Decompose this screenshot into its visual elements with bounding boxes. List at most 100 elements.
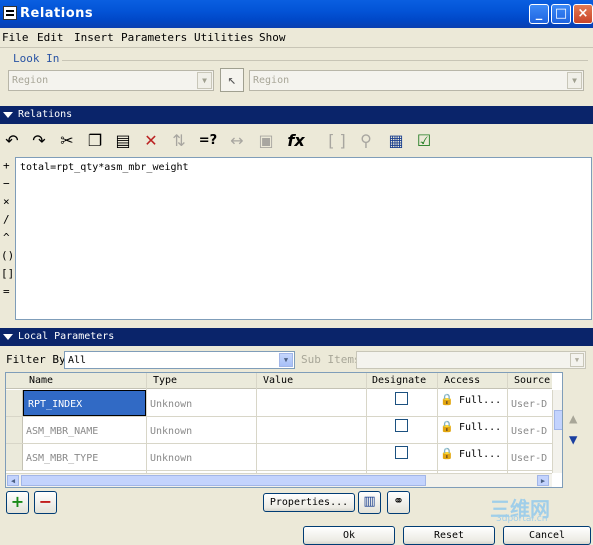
sort-icon[interactable]: ⇅: [167, 129, 191, 153]
remove-parameter-button[interactable]: −: [34, 491, 57, 514]
horizontal-scrollbar[interactable]: ◀ ▶: [6, 473, 552, 487]
cell-access[interactable]: Full...: [459, 395, 501, 406]
menu-insert[interactable]: Insert: [74, 31, 114, 44]
scroll-thumb[interactable]: [21, 475, 426, 486]
lock-icon[interactable]: ▣: [254, 129, 278, 153]
undo-icon[interactable]: ↶: [0, 129, 24, 153]
column-designate[interactable]: Designate: [372, 375, 426, 386]
menu-show[interactable]: Show: [259, 31, 286, 44]
designate-checkbox[interactable]: [395, 419, 408, 432]
table-row[interactable]: ASM_MBR_NAME Unknown 🔒 Full... User-D: [6, 417, 562, 444]
ok-button[interactable]: Ok: [303, 526, 395, 545]
menu-file[interactable]: File: [2, 31, 29, 44]
cell-type[interactable]: Unknown: [150, 426, 192, 437]
operator-divide[interactable]: /: [3, 213, 10, 226]
find-button[interactable]: ⚭: [387, 491, 410, 514]
row-header[interactable]: [6, 417, 23, 443]
bracket-icon[interactable]: [ ]: [325, 129, 349, 153]
menu-utilities[interactable]: Utilities: [194, 31, 254, 44]
table-row[interactable]: RPT_INDEX Unknown 🔒 Full... User-D: [6, 390, 562, 417]
move-up-icon[interactable]: ▲: [569, 411, 577, 427]
cell-source[interactable]: User-D: [511, 426, 547, 437]
chevron-down-icon[interactable]: ▼: [279, 353, 293, 367]
title-bar: Relations _ □ ×: [0, 0, 593, 28]
designate-checkbox[interactable]: [395, 392, 408, 405]
copy-icon[interactable]: ❐: [83, 129, 107, 153]
relations-editor[interactable]: total=rpt_qty*asm_mbr_weight: [15, 157, 592, 320]
evaluate-icon[interactable]: =?: [196, 129, 220, 153]
chevron-down-icon[interactable]: ▼: [567, 72, 582, 89]
scroll-thumb[interactable]: [554, 410, 562, 430]
operator-power[interactable]: ^: [3, 231, 10, 244]
cell-name[interactable]: ASM_MBR_NAME: [26, 426, 98, 437]
scroll-left-icon[interactable]: ◀: [7, 475, 19, 486]
column-value[interactable]: Value: [263, 375, 293, 386]
binoculars-icon: ⚭: [393, 494, 404, 509]
operator-brackets[interactable]: []: [1, 267, 14, 280]
operator-multiply[interactable]: ×: [3, 195, 10, 208]
display-icon[interactable]: ▦: [384, 129, 408, 153]
table-columns-button[interactable]: ▥: [358, 491, 381, 514]
paste-icon[interactable]: ▤: [111, 129, 135, 153]
collapse-icon: [3, 334, 13, 340]
look-in-item-combo[interactable]: Region ▼: [249, 70, 584, 91]
column-name[interactable]: Name: [29, 375, 53, 386]
cell-type[interactable]: Unknown: [150, 399, 192, 410]
look-in-type-value: Region: [12, 75, 49, 86]
parameters-table: Name Type Value Designate Access Source …: [5, 372, 563, 488]
cursor-icon: ↖: [227, 72, 237, 88]
window-title: Relations: [20, 6, 94, 21]
sub-items-combo[interactable]: ▼: [356, 351, 586, 369]
column-source[interactable]: Source: [514, 375, 550, 386]
columns-icon: ▥: [363, 494, 376, 509]
cut-icon[interactable]: ✂: [55, 129, 79, 153]
cell-type[interactable]: Unknown: [150, 453, 192, 464]
redo-icon[interactable]: ↷: [27, 129, 51, 153]
chevron-down-icon[interactable]: ▼: [570, 353, 584, 367]
watermark-logo: 三维网 3dportal.cn: [490, 493, 590, 524]
local-parameters-header-label: Local Parameters: [18, 331, 115, 342]
local-parameters-header[interactable]: Local Parameters: [0, 328, 593, 346]
delete-icon[interactable]: ✕: [139, 129, 163, 153]
operator-equals[interactable]: =: [3, 285, 10, 298]
vertical-scrollbar[interactable]: [552, 390, 562, 473]
operator-minus[interactable]: −: [3, 177, 10, 190]
measure-icon[interactable]: ↔: [225, 129, 249, 153]
menu-edit[interactable]: Edit: [37, 31, 64, 44]
check-icon[interactable]: ☑: [412, 129, 436, 153]
select-pointer-button[interactable]: ↖: [220, 68, 244, 92]
cell-source[interactable]: User-D: [511, 399, 547, 410]
reset-button[interactable]: Reset: [403, 526, 495, 545]
row-header[interactable]: [6, 444, 23, 470]
add-parameter-button[interactable]: +: [6, 491, 29, 514]
chevron-down-icon[interactable]: ▼: [197, 72, 212, 89]
cell-access[interactable]: Full...: [459, 449, 501, 460]
scroll-right-icon[interactable]: ▶: [537, 475, 549, 486]
column-access[interactable]: Access: [444, 375, 480, 386]
filter-by-combo[interactable]: All ▼: [64, 351, 295, 369]
minus-icon: −: [38, 492, 53, 511]
function-icon[interactable]: fx: [284, 129, 308, 153]
properties-button[interactable]: Properties...: [263, 493, 355, 512]
operator-plus[interactable]: +: [3, 159, 10, 172]
divider: [62, 60, 588, 61]
designate-checkbox[interactable]: [395, 446, 408, 459]
minimize-button[interactable]: _: [529, 4, 549, 24]
menu-parameters[interactable]: Parameters: [121, 31, 187, 44]
operator-parentheses[interactable]: (): [1, 249, 14, 262]
cell-source[interactable]: User-D: [511, 453, 547, 464]
cell-name[interactable]: RPT_INDEX: [23, 390, 146, 416]
relations-header[interactable]: Relations: [0, 106, 593, 124]
sub-items-label: Sub Items: [301, 353, 361, 366]
row-header[interactable]: [6, 390, 23, 416]
column-type[interactable]: Type: [153, 375, 177, 386]
look-in-type-combo[interactable]: Region ▼: [8, 70, 214, 91]
maximize-button[interactable]: □: [551, 4, 571, 24]
cell-access[interactable]: Full...: [459, 422, 501, 433]
close-button[interactable]: ×: [573, 4, 593, 24]
cancel-button[interactable]: Cancel: [503, 526, 591, 545]
cell-name[interactable]: ASM_MBR_TYPE: [26, 453, 98, 464]
move-down-icon[interactable]: ▼: [569, 432, 577, 448]
verify-icon[interactable]: ⚲: [354, 129, 378, 153]
table-row[interactable]: ASM_MBR_TYPE Unknown 🔒 Full... User-D: [6, 444, 562, 471]
